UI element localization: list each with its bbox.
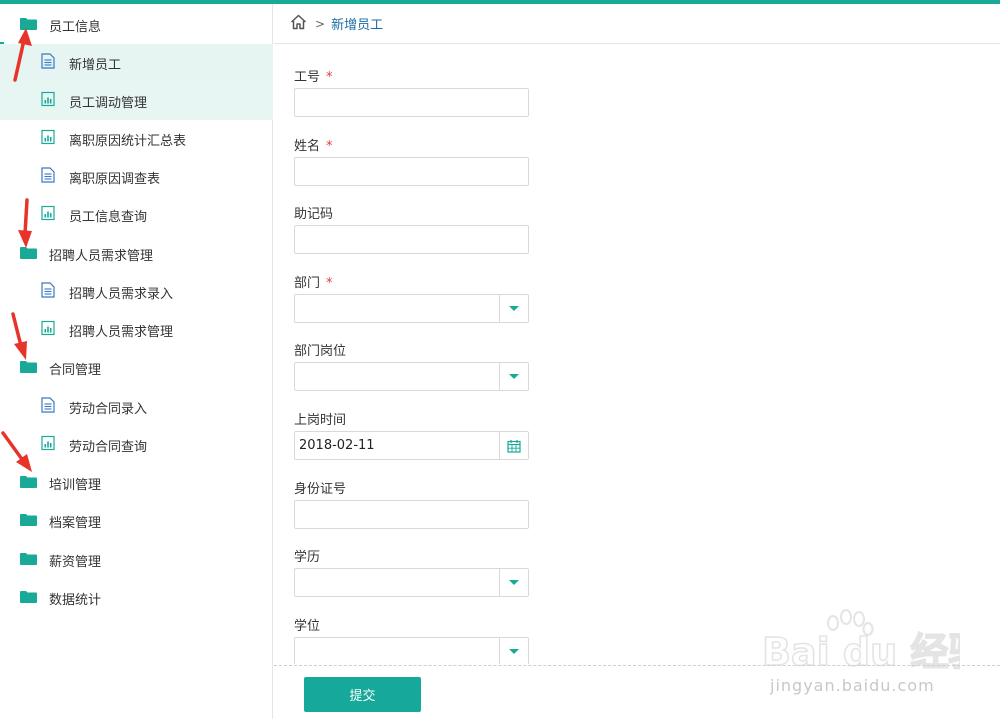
sidebar-item-label: 新增员工 [69, 57, 122, 73]
document-icon [41, 282, 55, 302]
sidebar-item-recruitment-entry[interactable]: 招聘人员需求录入 [0, 273, 273, 311]
sidebar-group-contracts[interactable]: 合同管理 [0, 349, 273, 387]
svg-text:Bai du 经验: Bai du 经验 [762, 630, 960, 674]
sidebar-item-contract-entry[interactable]: 劳动合同录入 [0, 388, 273, 426]
sidebar-item-label: 员工信息 [49, 19, 102, 35]
field-label-name: 姓名 * [294, 139, 333, 154]
annotation-arrow-icon [18, 198, 32, 248]
sidebar: 员工信息 新增员工 员工调动管理 离职原因统计汇总表 离职原因调查表 员工信息查… [0, 4, 273, 719]
education-select[interactable] [294, 568, 529, 597]
sidebar-item-label: 招聘人员需求管理 [69, 324, 174, 340]
field-label-start-date: 上岗时间 [294, 413, 347, 428]
sidebar-item-label: 员工信息查询 [69, 209, 148, 225]
folder-icon [20, 360, 37, 377]
sidebar-item-label: 劳动合同录入 [69, 401, 148, 417]
sidebar-item-label: 培训管理 [49, 477, 102, 493]
sidebar-item-add-employee[interactable]: 新增员工 [0, 44, 273, 82]
caret-down-icon [509, 306, 519, 311]
sidebar-item-label: 离职原因调查表 [69, 171, 161, 187]
annotation-arrow-icon [11, 312, 27, 360]
sidebar-item-resignation-summary[interactable]: 离职原因统计汇总表 [0, 120, 273, 158]
watermark-url: jingyan.baidu.com [770, 676, 935, 695]
name-input[interactable] [294, 157, 529, 186]
sidebar-item-label: 合同管理 [49, 362, 102, 378]
caret-down-icon [509, 374, 519, 379]
required-mark: * [326, 70, 333, 85]
sidebar-group-salary[interactable]: 薪资管理 [0, 541, 273, 579]
sidebar-item-label: 薪资管理 [49, 554, 102, 570]
report-icon [41, 205, 55, 225]
annotation-arrow-icon [1, 431, 32, 472]
report-icon [41, 91, 55, 111]
sidebar-item-label: 招聘人员需求管理 [49, 248, 154, 264]
sidebar-group-employee-info[interactable]: 员工信息 [0, 6, 273, 44]
add-employee-form: 工号 * 姓名 * 助记码 部门 * 部门岗位 上岗时间 2018-02-11 … [294, 44, 994, 664]
position-dropdown-button[interactable] [499, 363, 528, 390]
folder-icon [20, 475, 37, 492]
breadcrumb: > 新增员工 [274, 4, 1000, 44]
education-dropdown-button[interactable] [499, 569, 528, 596]
calendar-button[interactable] [499, 432, 528, 459]
sidebar-item-employee-query[interactable]: 员工信息查询 [0, 196, 273, 234]
document-icon [41, 397, 55, 417]
field-label-department: 部门 * [294, 276, 333, 291]
sidebar-item-label: 档案管理 [49, 515, 102, 531]
start-date-input[interactable]: 2018-02-11 [294, 431, 529, 460]
degree-dropdown-button[interactable] [499, 638, 528, 664]
required-mark: * [326, 276, 333, 291]
mnemonic-input[interactable] [294, 225, 529, 254]
sidebar-item-label: 员工调动管理 [69, 95, 148, 111]
degree-select[interactable] [294, 637, 529, 664]
sidebar-group-archives[interactable]: 档案管理 [0, 502, 273, 540]
field-label-degree: 学位 [294, 619, 321, 634]
start-date-value: 2018-02-11 [299, 438, 375, 453]
folder-icon [20, 513, 37, 530]
field-label-employee-id: 工号 * [294, 70, 333, 85]
field-label-id-number: 身份证号 [294, 482, 347, 497]
sidebar-item-contract-query[interactable]: 劳动合同查询 [0, 426, 273, 464]
sidebar-group-statistics[interactable]: 数据统计 [0, 579, 273, 617]
folder-icon [20, 552, 37, 569]
report-icon [41, 129, 55, 149]
sidebar-group-training[interactable]: 培训管理 [0, 464, 273, 502]
field-label-mnemonic: 助记码 [294, 207, 334, 222]
report-icon [41, 435, 55, 455]
sidebar-group-recruitment[interactable]: 招聘人员需求管理 [0, 235, 273, 273]
annotation-arrow-icon [13, 28, 32, 82]
breadcrumb-separator: > [315, 16, 326, 31]
sidebar-item-resignation-survey[interactable]: 离职原因调查表 [0, 158, 273, 196]
position-select[interactable] [294, 362, 529, 391]
caret-down-icon [509, 649, 519, 654]
sidebar-item-label: 数据统计 [49, 592, 102, 608]
sidebar-item-transfer-management[interactable]: 员工调动管理 [0, 82, 273, 120]
sidebar-item-label: 离职原因统计汇总表 [69, 133, 187, 149]
home-icon[interactable] [290, 14, 307, 34]
department-dropdown-button[interactable] [499, 295, 528, 322]
sidebar-item-recruitment-management[interactable]: 招聘人员需求管理 [0, 311, 273, 349]
report-icon [41, 320, 55, 340]
document-icon [41, 53, 55, 73]
calendar-icon [507, 439, 521, 453]
breadcrumb-current[interactable]: 新增员工 [331, 14, 383, 33]
department-select[interactable] [294, 294, 529, 323]
sidebar-item-label: 招聘人员需求录入 [69, 286, 174, 302]
submit-button[interactable]: 提交 [304, 677, 421, 712]
caret-down-icon [509, 580, 519, 585]
field-label-education: 学历 [294, 550, 321, 565]
field-label-position: 部门岗位 [294, 344, 347, 359]
document-icon [41, 167, 55, 187]
sidebar-item-label: 劳动合同查询 [69, 439, 148, 455]
id-number-input[interactable] [294, 500, 529, 529]
folder-icon [20, 590, 37, 607]
required-mark: * [326, 139, 333, 154]
employee-id-input[interactable] [294, 88, 529, 117]
